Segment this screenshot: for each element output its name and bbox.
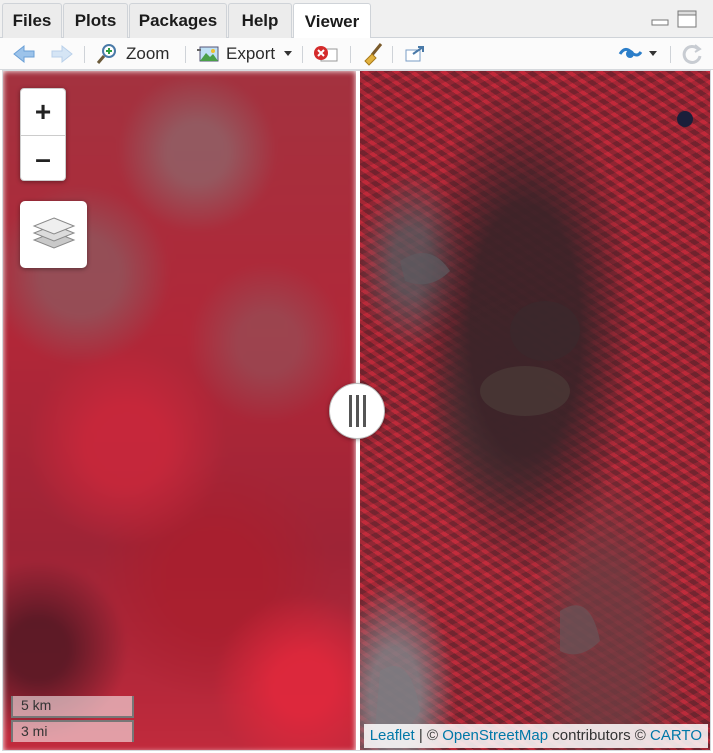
remove-viewer-icon[interactable] xyxy=(313,38,339,70)
attribution-mid: contributors © xyxy=(548,727,651,744)
map-attribution: Leaflet | © OpenStreetMap contributors ©… xyxy=(363,724,708,748)
maximize-pane-icon[interactable] xyxy=(677,10,697,28)
map-right-imagery[interactable] xyxy=(360,71,710,750)
forward-arrow-icon[interactable] xyxy=(50,38,74,70)
carto-link[interactable]: CARTO xyxy=(650,727,702,744)
tab-help[interactable]: Help xyxy=(228,3,292,38)
zoom-control: + – xyxy=(20,88,66,181)
viewer-toolbar: Zoom Export xyxy=(0,38,713,70)
export-label: Export xyxy=(226,44,276,63)
sync-icon[interactable] xyxy=(617,38,657,70)
openstreetmap-link[interactable]: OpenStreetMap xyxy=(442,727,548,744)
tab-plots[interactable]: Plots xyxy=(63,3,128,38)
back-arrow-icon[interactable] xyxy=(12,38,36,70)
zoom-button[interactable]: Zoom xyxy=(96,38,169,70)
zoom-magnifier-icon xyxy=(96,43,118,65)
scale-mi: 3 mi xyxy=(11,720,134,742)
layers-control-button[interactable] xyxy=(20,201,87,268)
attribution-sep: | © xyxy=(414,727,443,744)
zoom-in-button[interactable]: + xyxy=(21,89,65,136)
tab-packages[interactable]: Packages xyxy=(129,3,227,38)
swipe-handle[interactable] xyxy=(329,383,385,439)
tab-viewer[interactable]: Viewer xyxy=(293,3,371,39)
export-image-icon xyxy=(196,44,220,64)
zoom-label: Zoom xyxy=(126,44,170,63)
refresh-icon[interactable] xyxy=(681,38,703,70)
sync-chevron-down-icon xyxy=(649,51,657,57)
broom-clear-icon[interactable] xyxy=(361,38,385,70)
map-viewer[interactable]: + – 5 km 3 mi Leaflet | © OpenStreetMap … xyxy=(2,70,711,751)
layers-icon xyxy=(32,212,76,257)
leaflet-link[interactable]: Leaflet xyxy=(370,727,415,744)
scale-km: 5 km xyxy=(11,696,134,718)
popout-icon[interactable] xyxy=(403,38,427,70)
export-button[interactable]: Export xyxy=(196,38,293,70)
pane-tab-bar: Files Plots Packages Help Viewer xyxy=(0,0,713,39)
minimize-pane-icon[interactable] xyxy=(651,11,669,27)
tab-files[interactable]: Files xyxy=(2,3,62,38)
chevron-down-icon xyxy=(284,51,293,57)
zoom-out-button[interactable]: – xyxy=(21,136,65,182)
